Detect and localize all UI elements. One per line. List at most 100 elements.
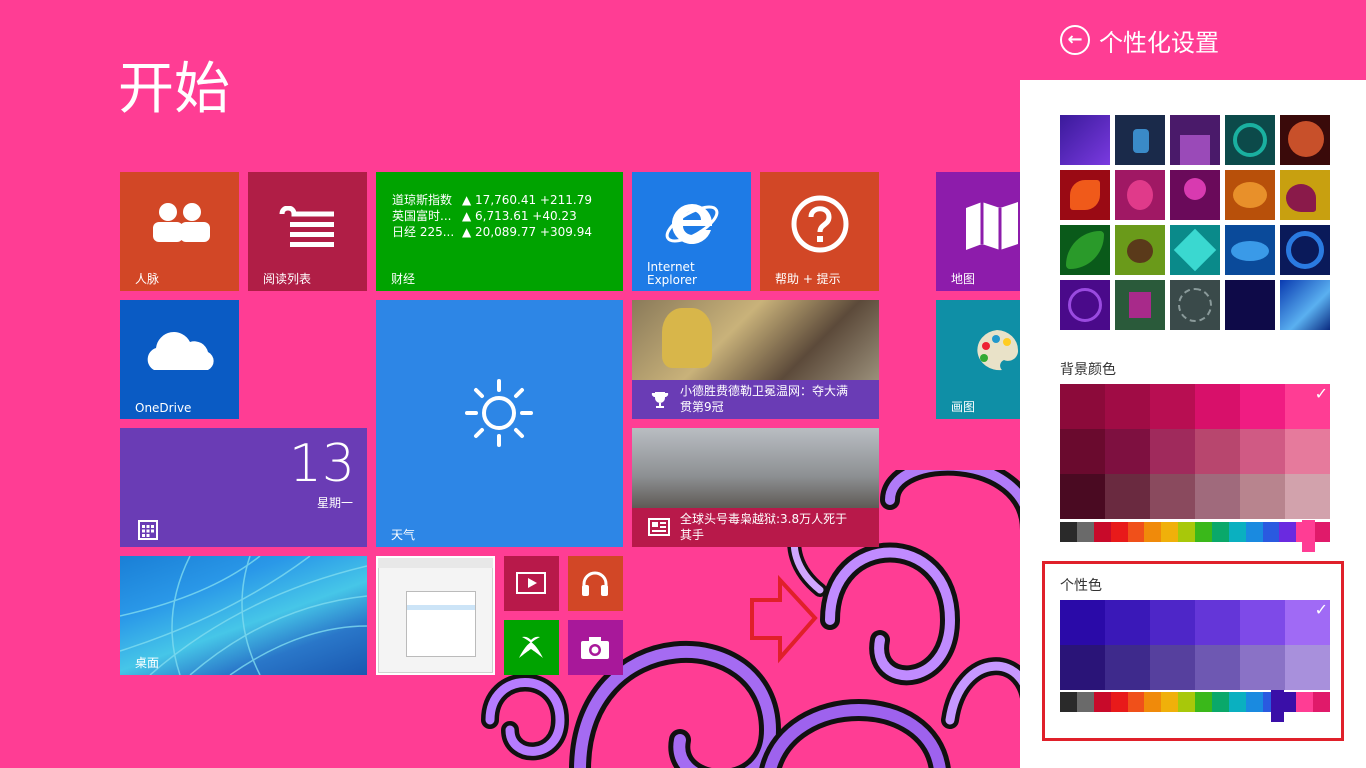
color-swatch[interactable] [1105, 429, 1150, 474]
background-pattern-option[interactable] [1280, 170, 1330, 220]
pattern-figure [1233, 123, 1267, 157]
background-pattern-option[interactable] [1225, 225, 1275, 275]
news-headline: 小德胜费德勒卫冕温网：夺大满贯第9冠 [680, 384, 849, 414]
tile-finance[interactable]: 道琼斯指数 ▲ 17,760.41 +211.79 英国富时... ▲ 6,713.… [376, 172, 623, 291]
color-swatch[interactable] [1150, 474, 1195, 519]
tile-internet-explorer[interactable]: Internet Explorer [632, 172, 751, 291]
tile-video[interactable] [504, 556, 559, 611]
color-swatch[interactable] [1150, 429, 1195, 474]
tile-games[interactable] [504, 620, 559, 675]
tile-maps[interactable]: 地图 [936, 172, 1020, 291]
background-pattern-option[interactable] [1280, 225, 1330, 275]
background-pattern-option[interactable] [1115, 170, 1165, 220]
background-pattern-option[interactable] [1060, 225, 1110, 275]
tile-label: 帮助 + 提示 [775, 272, 841, 286]
tile-paint[interactable]: 画图 [936, 300, 1020, 419]
cloud-icon [147, 332, 214, 370]
tile-people[interactable]: 人脉 [120, 172, 239, 291]
accent-swatch[interactable] [1150, 600, 1195, 645]
background-pattern-option[interactable] [1280, 280, 1330, 330]
panel-title: 个性化设置 [1099, 28, 1219, 57]
color-swatch[interactable] [1105, 474, 1150, 519]
background-pattern-option[interactable] [1170, 225, 1220, 275]
people-icon [153, 203, 210, 242]
tile-news-sports[interactable]: 小德胜费德勒卫冕温网：夺大满贯第9冠 [632, 300, 879, 419]
finance-row: 英国富时... ▲ 6,713.61 +40.23 [392, 208, 592, 224]
pattern-figure [1180, 135, 1210, 165]
tile-label-line: Explorer [647, 273, 697, 287]
background-pattern-option[interactable] [1060, 115, 1110, 165]
color-swatch[interactable] [1060, 429, 1105, 474]
question-icon [791, 195, 849, 253]
news-photo-trophy [662, 308, 712, 368]
pattern-figure [1178, 288, 1212, 322]
color-swatch[interactable] [1105, 384, 1150, 429]
background-pattern-option[interactable] [1170, 115, 1220, 165]
pattern-figure [1127, 180, 1153, 210]
background-hue-slider[interactable] [1060, 522, 1330, 542]
accent-swatch[interactable] [1150, 645, 1195, 690]
accent-swatch[interactable] [1105, 645, 1150, 690]
pattern-figure [1070, 180, 1100, 210]
checkmark-icon: ✓ [1314, 384, 1328, 403]
palette-icon [977, 330, 1019, 371]
tile-label: 人脉 [135, 272, 160, 286]
color-swatch[interactable] [1060, 474, 1105, 519]
background-pattern-option[interactable] [1225, 115, 1275, 165]
accent-swatch[interactable] [1240, 600, 1285, 645]
news-icon [648, 518, 670, 536]
pattern-figure [1233, 182, 1267, 208]
accent-swatch[interactable] [1285, 645, 1330, 690]
background-pattern-option[interactable] [1225, 170, 1275, 220]
tile-label: 财经 [391, 272, 416, 286]
color-swatch[interactable] [1240, 429, 1285, 474]
finance-index-value: ▲ 17,760.41 +211.79 [462, 193, 592, 207]
background-pattern-option[interactable] [1115, 115, 1165, 165]
background-pattern-option[interactable] [1115, 280, 1165, 330]
tile-weather[interactable]: 天气 [376, 300, 623, 547]
tile-help-tips[interactable]: 帮助 + 提示 [760, 172, 879, 291]
background-hue-handle[interactable] [1302, 520, 1315, 552]
accent-swatch[interactable] [1060, 645, 1105, 690]
tile-camera[interactable] [568, 620, 623, 675]
finance-row: 道琼斯指数 ▲ 17,760.41 +211.79 [392, 192, 592, 208]
accent-swatch[interactable] [1195, 600, 1240, 645]
color-swatch[interactable] [1195, 429, 1240, 474]
accent-swatch[interactable] [1105, 600, 1150, 645]
tile-music[interactable] [568, 556, 623, 611]
tile-calendar[interactable]: 13 星期一 [120, 428, 367, 547]
color-swatch[interactable] [1240, 474, 1285, 519]
color-swatch[interactable] [1285, 474, 1330, 519]
color-swatch[interactable] [1240, 384, 1285, 429]
tile-label: OneDrive [135, 401, 192, 415]
color-swatch[interactable] [1150, 384, 1195, 429]
tile-news-world[interactable]: 全球头号毒枭越狱:3.8万人死于其手 [632, 428, 879, 547]
accent-swatch[interactable] [1060, 600, 1105, 645]
color-swatch[interactable] [1285, 429, 1330, 474]
color-swatch[interactable] [1060, 384, 1105, 429]
background-pattern-option[interactable] [1115, 225, 1165, 275]
accent-hue-slider[interactable] [1060, 692, 1330, 712]
background-pattern-option[interactable] [1170, 280, 1220, 330]
background-pattern-option[interactable] [1170, 170, 1220, 220]
background-pattern-option[interactable] [1280, 115, 1330, 165]
background-pattern-option[interactable] [1225, 280, 1275, 330]
background-pattern-option[interactable] [1060, 170, 1110, 220]
color-swatch[interactable] [1195, 384, 1240, 429]
accent-swatch-selected[interactable]: ✓ [1285, 600, 1330, 645]
accent-hue-handle[interactable] [1271, 690, 1284, 722]
tile-desktop[interactable]: 桌面 [120, 556, 367, 675]
color-swatch[interactable] [1195, 474, 1240, 519]
background-pattern-option[interactable] [1060, 280, 1110, 330]
tile-onedrive[interactable]: OneDrive [120, 300, 239, 419]
finance-row: 日经 225... ▲ 20,089.77 +309.94 [392, 224, 592, 240]
accent-swatch[interactable] [1240, 645, 1285, 690]
tile-reading-list[interactable]: 阅读列表 [248, 172, 367, 291]
back-arrow-icon[interactable]: ← [1060, 25, 1090, 55]
tile-desktop-preview[interactable] [376, 556, 495, 675]
pattern-figure [1129, 292, 1151, 318]
accent-swatch[interactable] [1195, 645, 1240, 690]
finance-index-name: 英国富时... [392, 209, 452, 223]
reading-list-icon [279, 206, 334, 247]
color-swatch-selected[interactable]: ✓ [1285, 384, 1330, 429]
